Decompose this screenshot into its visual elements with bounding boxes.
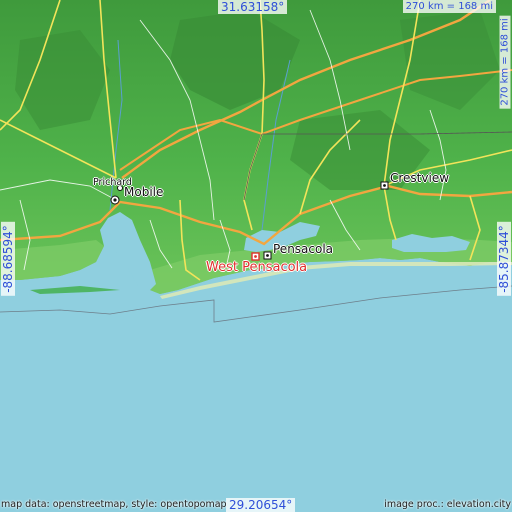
coordinate-west-wrap: -88.68594° — [0, 222, 16, 296]
coordinate-south: 29.20654° — [226, 498, 296, 512]
place-label-crestview[interactable]: Crestview — [390, 171, 449, 185]
coordinate-east: -85.87344° — [497, 222, 511, 296]
city-marker-icon — [110, 195, 120, 205]
place-label-west-pensacola[interactable]: West Pensacola — [206, 261, 307, 275]
scale-vertical-wrap: 270 km = 168 mi — [498, 14, 512, 110]
attribution-map-data: map data: openstreetmap, style: opentopo… — [1, 499, 227, 510]
coordinate-east-wrap: -85.87344° — [496, 222, 512, 296]
place-label-mobile[interactable]: Mobile — [124, 185, 163, 199]
coordinate-north: 31.63158° — [218, 0, 288, 14]
scale-vertical: 270 km = 168 mi — [499, 15, 511, 109]
place-label-pensacola[interactable]: Pensacola — [273, 242, 333, 256]
attribution-image-proc: image proc.: elevation.city — [384, 499, 511, 510]
highlight-marker-icon — [251, 252, 260, 261]
scale-horizontal: 270 km = 168 mi — [402, 0, 496, 13]
city-marker-icon — [380, 181, 389, 190]
city-marker-icon — [263, 251, 272, 260]
coordinate-west: -88.68594° — [1, 222, 15, 296]
map-terrain — [0, 0, 512, 512]
map-view[interactable]: Prichard Mobile Pensacola Crestview West… — [0, 0, 512, 512]
